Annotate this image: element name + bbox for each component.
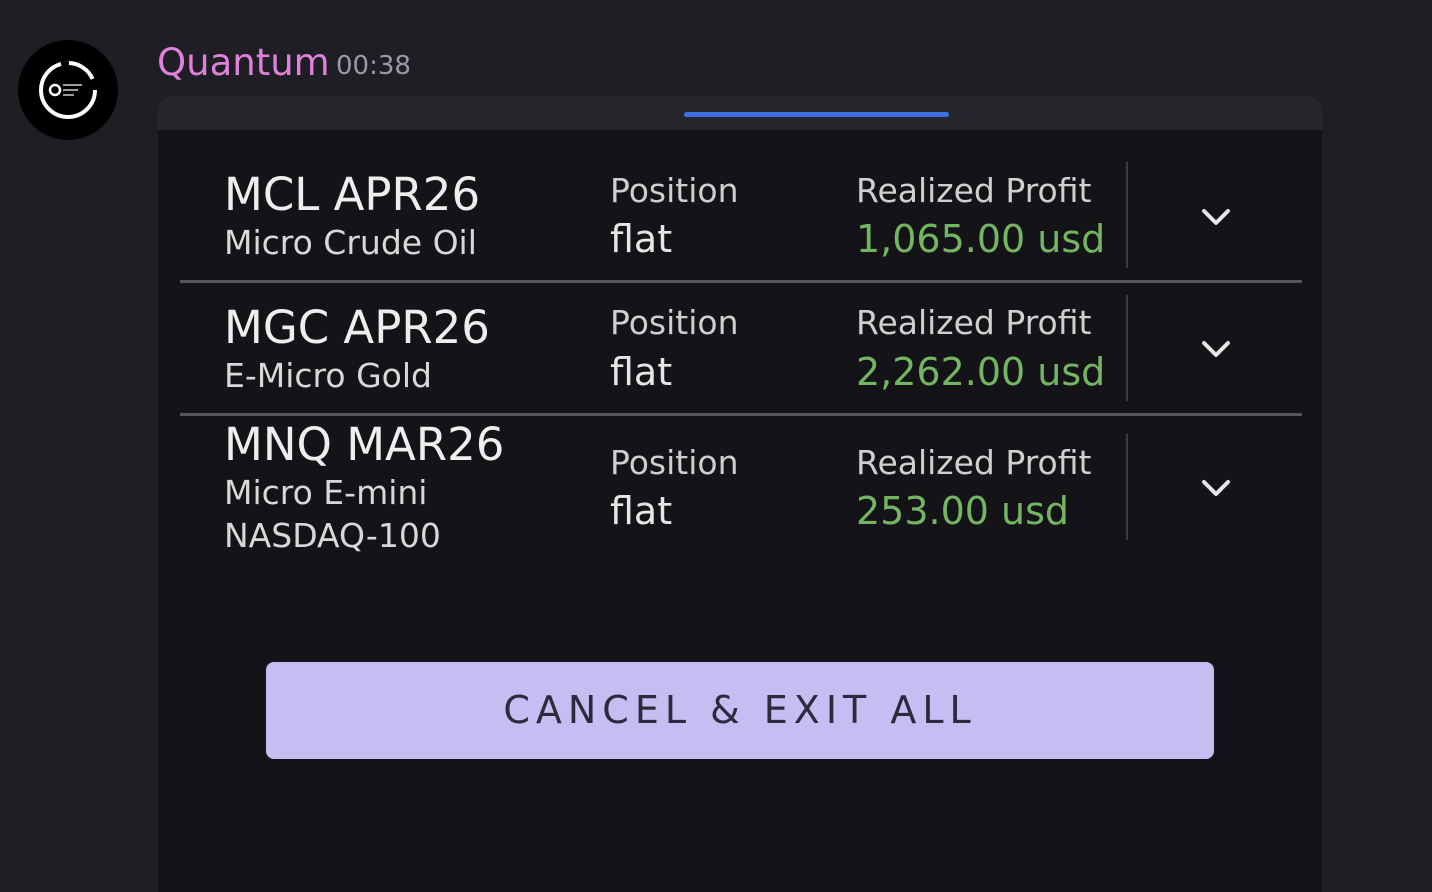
embed-tab-bar (158, 96, 1322, 130)
position-description: Micro Crude Oil (224, 223, 477, 262)
row-separator (1126, 162, 1128, 268)
chevron-down-icon[interactable] (1196, 468, 1236, 508)
tab-indicator (684, 112, 949, 117)
realized-profit-value: 253.00 usd (856, 489, 1070, 533)
avatar[interactable] (18, 40, 118, 140)
position-row: MNQ MAR26 Micro E-mini NASDAQ-100 Positi… (180, 416, 1302, 566)
chat-message: Quantum 00:38 MCL APR26 Micro Crude Oil … (0, 0, 1432, 892)
position-description: E-Micro Gold (224, 356, 432, 395)
cancel-exit-all-button[interactable]: CANCEL & EXIT ALL (266, 662, 1214, 759)
realized-profit-label: Realized Profit (856, 171, 1092, 210)
position-row: MCL APR26 Micro Crude Oil Position flat … (180, 130, 1302, 280)
position-label: Position (610, 303, 739, 342)
realized-profit-label: Realized Profit (856, 443, 1092, 482)
quantum-logo-icon (39, 61, 97, 119)
position-label: Position (610, 443, 739, 482)
position-symbol: MNQ MAR26 (224, 418, 505, 471)
position-description: Micro E-mini NASDAQ-100 (224, 473, 441, 555)
position-value: flat (610, 489, 673, 533)
chevron-down-icon[interactable] (1196, 329, 1236, 369)
realized-profit-label: Realized Profit (856, 303, 1092, 342)
chevron-down-icon[interactable] (1196, 197, 1236, 237)
realized-profit-value: 2,262.00 usd (856, 350, 1106, 394)
position-value: flat (610, 217, 673, 261)
position-symbol: MCL APR26 (224, 168, 481, 221)
position-label: Position (610, 171, 739, 210)
positions-embed: MCL APR26 Micro Crude Oil Position flat … (158, 96, 1322, 892)
position-value: flat (610, 350, 673, 394)
author-name[interactable]: Quantum (157, 40, 330, 86)
position-row: MGC APR26 E-Micro Gold Position flat Rea… (180, 283, 1302, 413)
row-separator (1126, 295, 1128, 401)
row-separator (1126, 434, 1128, 540)
message-timestamp: 00:38 (336, 51, 411, 81)
realized-profit-value: 1,065.00 usd (856, 217, 1106, 261)
position-symbol: MGC APR26 (224, 301, 490, 354)
